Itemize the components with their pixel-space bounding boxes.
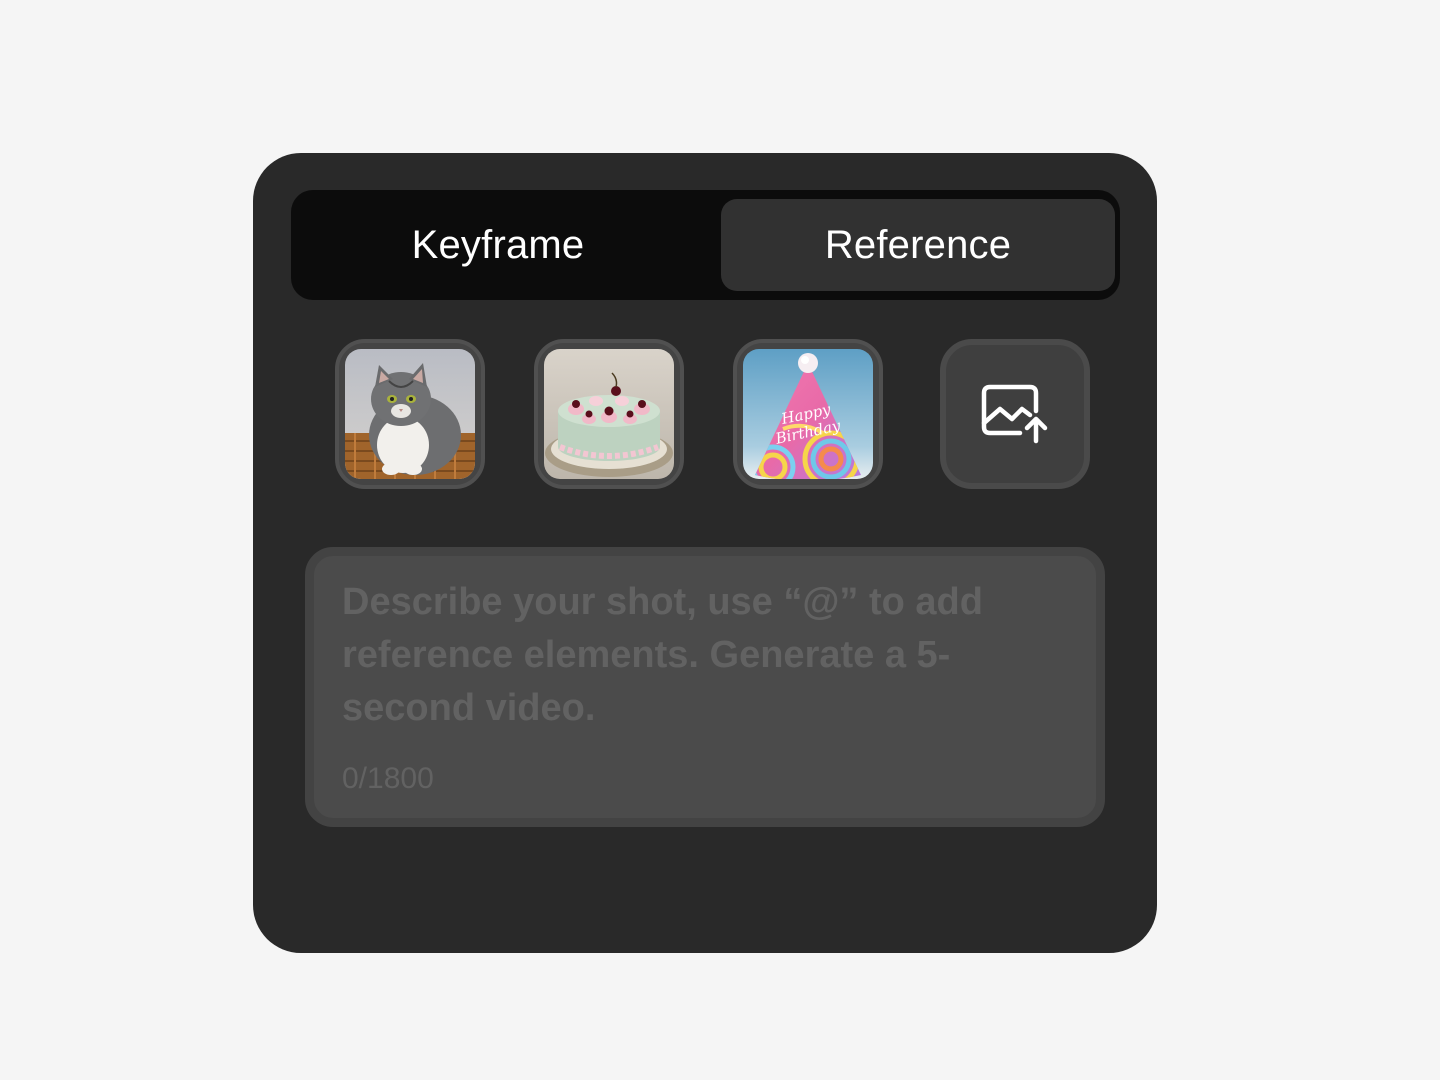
prompt-box: 0/1800: [305, 547, 1105, 827]
upload-image-button[interactable]: [940, 339, 1090, 489]
prompt-input[interactable]: [342, 576, 1068, 736]
shot-panel: Keyframe Reference Happy Birthday Descri…: [253, 153, 1157, 953]
reference-thumbnail-cake[interactable]: [534, 339, 684, 489]
image-upload-icon: [981, 384, 1048, 444]
cat-image: [345, 349, 475, 479]
mode-tabs: Keyframe Reference: [291, 190, 1120, 300]
tab-keyframe[interactable]: Keyframe: [301, 199, 695, 291]
reference-thumbnail-party-hat[interactable]: Happy Birthday: [733, 339, 883, 489]
character-counter: 0/1800: [342, 762, 434, 795]
reference-thumbnail-cat[interactable]: [335, 339, 485, 489]
cake-image: [544, 349, 674, 479]
party-hat-image: Happy Birthday: [743, 349, 873, 479]
tab-reference[interactable]: Reference: [721, 199, 1115, 291]
